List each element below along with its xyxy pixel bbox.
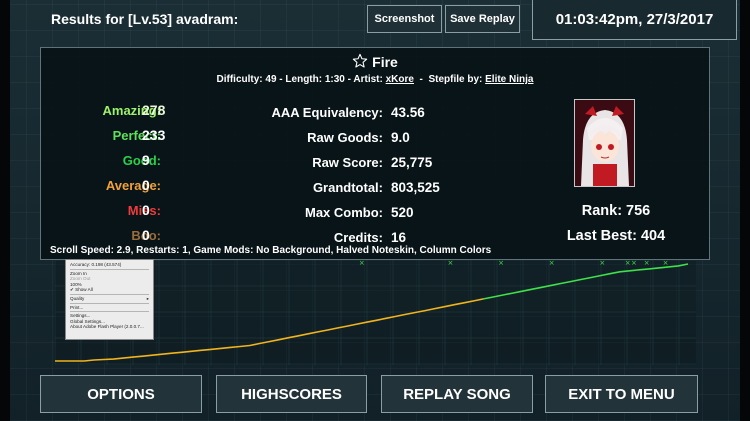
- song-title-row: Fire: [41, 53, 709, 70]
- graph-mark: ×: [644, 260, 650, 267]
- screenshot-button[interactable]: Screenshot: [367, 5, 442, 33]
- datetime-display: 01:03:42pm, 27/3/2017: [532, 0, 737, 40]
- options-button[interactable]: OPTIONS: [40, 375, 202, 413]
- stepfile-author-link[interactable]: Elite Ninja: [485, 74, 533, 85]
- graph-mark: ×: [625, 260, 631, 267]
- artist-link[interactable]: xKore: [386, 74, 414, 85]
- stat-value: 16: [391, 230, 407, 245]
- judgement-value: 0: [142, 227, 150, 243]
- judgement-value: 0: [142, 202, 150, 218]
- stat-label: Credits:: [333, 230, 383, 245]
- graph-series-line: [483, 263, 689, 300]
- last-best-text: Last Best: 404: [566, 228, 666, 244]
- graph-mark: ×: [359, 260, 365, 267]
- menu-separator: [70, 311, 149, 313]
- save-replay-button[interactable]: Save Replay: [445, 5, 520, 33]
- judgement-value: 233: [142, 127, 166, 143]
- context-menu-item[interactable]: ✔ Show All: [70, 287, 149, 293]
- right-letterbox: [740, 0, 750, 421]
- graph-mark: ×: [599, 260, 605, 267]
- flash-context-menu: Accuracy: 0.198 (43.574) Zoom In Zoom Out 1…: [65, 259, 154, 340]
- judgement-value: 0: [142, 177, 150, 193]
- graph-mark: ×: [631, 260, 637, 267]
- judgement-value: 278: [142, 102, 166, 118]
- stat-value: 803,525: [391, 180, 440, 195]
- results-panel: Fire Difficulty: 49 - Length: 1:30 - Art…: [40, 47, 710, 260]
- stat-value: 43.56: [391, 105, 425, 120]
- exit-to-menu-button[interactable]: EXIT TO MENU: [545, 375, 698, 413]
- context-menu-item[interactable]: About Adobe Flash Player (2.0.0.7...: [70, 324, 149, 330]
- scroll-info: Scroll Speed: 2.9, Restarts: 1, Game Mod…: [50, 245, 492, 256]
- graph-mark: ×: [549, 260, 555, 267]
- length: Length: 1:30: [285, 74, 345, 85]
- left-letterbox: [0, 0, 10, 421]
- menu-separator: [70, 293, 149, 295]
- graph-mark: ×: [498, 260, 504, 267]
- stat-value: 9.0: [391, 130, 410, 145]
- song-name: Fire: [372, 54, 398, 70]
- stat-label: Raw Score:: [312, 155, 383, 170]
- stat-label: Grandtotal:: [312, 180, 383, 195]
- graph-mark: ×: [663, 260, 669, 267]
- stat-label: AAA Equivalency:: [271, 105, 384, 120]
- stat-label: Raw Goods:: [307, 130, 383, 145]
- player-avatar: [574, 99, 635, 187]
- menu-separator: [70, 302, 149, 304]
- menu-separator: [70, 268, 149, 270]
- graph-mark: ×: [447, 260, 453, 267]
- rank-text: Rank: 756: [581, 203, 651, 219]
- favorite-star-icon[interactable]: [352, 53, 368, 69]
- artist-prefix: Artist:: [353, 74, 383, 85]
- difficulty: Difficulty: 49: [216, 74, 277, 85]
- context-menu-item[interactable]: Quality ▸: [70, 296, 149, 302]
- submenu-arrow-icon: ▸: [146, 295, 149, 301]
- results-title: Results for [Lv.53] avadram:: [51, 11, 239, 27]
- stepfile-prefix: Stepfile by:: [428, 74, 483, 85]
- stat-value: 25,775: [391, 155, 433, 170]
- highscores-button[interactable]: HIGHSCORES: [216, 375, 367, 413]
- context-menu-item[interactable]: Print...: [70, 305, 149, 311]
- replay-song-button[interactable]: REPLAY SONG: [381, 375, 533, 413]
- judgement-value: 9: [142, 152, 150, 168]
- stat-label: Max Combo:: [305, 205, 383, 220]
- context-menu-item[interactable]: Accuracy: 0.198 (43.574): [70, 262, 149, 268]
- stat-value: 520: [391, 205, 414, 220]
- song-meta: Difficulty: 49 - Length: 1:30 - Artist: …: [216, 74, 534, 85]
